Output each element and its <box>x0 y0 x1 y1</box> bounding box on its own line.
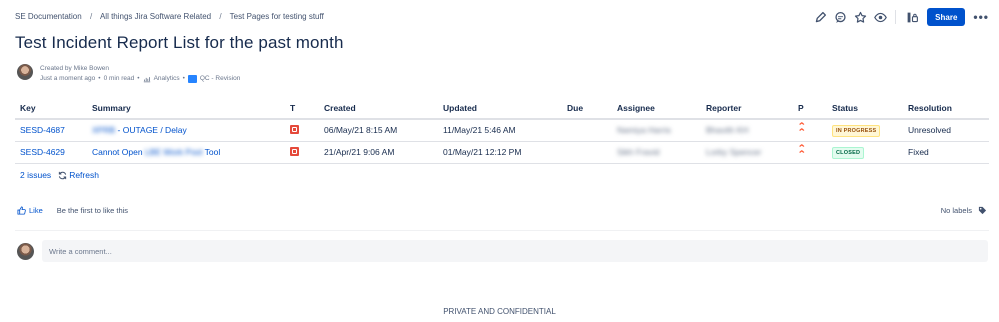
like-button[interactable]: Like <box>17 206 43 215</box>
issue-key-link[interactable]: SESD-4687 <box>20 125 65 135</box>
byline: Created by Mike Bowen Just a moment ago … <box>17 64 240 84</box>
table-row: SESD-4687 XPRB - OUTAGE / Delay 06/May/2… <box>15 119 989 142</box>
no-labels-text: No labels <box>940 206 972 215</box>
analytics-icon <box>143 76 150 82</box>
tag-icon[interactable] <box>978 206 987 215</box>
breadcrumb-item-se-documentation[interactable]: SE Documentation <box>15 12 82 21</box>
resolution: Unresolved <box>903 119 989 142</box>
timestamp: Just a moment ago <box>40 75 96 82</box>
assignee: Sikh Fravid <box>617 147 660 157</box>
updated-date: 01/May/21 12:12 PM <box>438 141 562 164</box>
like-row: Like Be the first to like this <box>17 206 128 215</box>
comment-icon[interactable] <box>831 8 849 26</box>
column-header-created[interactable]: Created <box>319 98 438 120</box>
author-avatar[interactable] <box>17 64 33 80</box>
priority-highest-icon: ⌃ ⌃ <box>797 143 807 159</box>
column-header-reporter[interactable]: Reporter <box>701 98 793 120</box>
column-header-assignee[interactable]: Assignee <box>612 98 701 120</box>
breadcrumb-item-jira-software[interactable]: All things Jira Software Related <box>100 12 211 21</box>
refresh-button[interactable]: Refresh <box>58 170 99 180</box>
issue-key-link[interactable]: SESD-4629 <box>20 147 65 157</box>
qc-icon <box>187 75 197 83</box>
qc-revision-link[interactable]: QC - Revision <box>200 74 240 84</box>
like-hint: Be the first to like this <box>56 206 129 215</box>
due-date <box>562 141 612 164</box>
toolbar-divider <box>895 10 897 24</box>
reporter: Bhavith KH <box>706 125 749 136</box>
created-by: Created by Mike Bowen <box>40 65 110 72</box>
issue-summary-link[interactable]: XPRB - OUTAGE / Delay <box>92 125 187 135</box>
refresh-icon <box>59 171 67 179</box>
created-date: 21/Apr/21 9:06 AM <box>319 141 438 164</box>
comment-row: Write a comment... <box>17 240 988 262</box>
comment-input[interactable]: Write a comment... <box>42 240 988 262</box>
issues-footer: 2 issues Refresh <box>20 170 99 180</box>
due-date <box>562 119 612 142</box>
restrictions-icon[interactable] <box>903 8 921 26</box>
assignee: Namiya Harris <box>617 125 671 136</box>
table-header-row: Key Summary T Created Updated Due Assign… <box>15 98 989 120</box>
breadcrumb-separator: / <box>219 12 222 21</box>
page-title: Test Incident Report List for the past m… <box>15 33 344 52</box>
table-row: SESD-4629 Cannot Open LBE Work Pool Tool… <box>15 141 989 164</box>
share-button[interactable]: Share <box>927 8 966 26</box>
confidential-footer: PRIVATE AND CONFIDENTIAL <box>443 307 556 316</box>
page-actions: Share ••• <box>809 8 989 26</box>
priority-highest-icon: ⌃ ⌃ <box>797 121 807 138</box>
star-icon[interactable] <box>851 8 869 26</box>
column-header-status[interactable]: Status <box>827 98 903 120</box>
incident-type-icon <box>290 146 299 156</box>
status-badge: CLOSED <box>832 146 865 159</box>
created-date: 06/May/21 8:15 AM <box>319 119 438 142</box>
status-badge: IN PROGRESS <box>832 124 881 137</box>
current-user-avatar <box>17 242 34 260</box>
issue-count-link[interactable]: 2 issues <box>20 170 51 180</box>
edit-icon[interactable] <box>811 8 829 26</box>
analytics-link[interactable]: Analytics <box>154 74 180 84</box>
column-header-type[interactable]: T <box>285 98 319 120</box>
breadcrumb: SE Documentation / All things Jira Softw… <box>15 12 324 21</box>
column-header-due[interactable]: Due <box>562 98 612 120</box>
watch-icon[interactable] <box>871 8 889 26</box>
column-header-resolution[interactable]: Resolution <box>903 98 989 120</box>
thumbs-up-icon <box>17 206 26 215</box>
redacted-text: LBE Work Pool <box>144 147 203 157</box>
updated-date: 11/May/21 5:46 AM <box>438 119 562 142</box>
more-actions-button[interactable]: ••• <box>973 10 989 24</box>
issue-summary-link[interactable]: Cannot Open LBE Work Pool Tool <box>92 147 220 157</box>
read-time: 0 min read <box>103 75 135 82</box>
resolution: Fixed <box>903 141 989 164</box>
column-header-updated[interactable]: Updated <box>438 98 562 120</box>
labels-section: No labels <box>941 206 987 215</box>
column-header-summary[interactable]: Summary <box>87 98 285 120</box>
reporter: Lorby Spencer <box>706 147 762 157</box>
jira-issues-table: Key Summary T Created Updated Due Assign… <box>15 98 989 164</box>
column-header-priority[interactable]: P <box>793 98 827 120</box>
redacted-text: XPRB <box>92 125 116 136</box>
breadcrumb-separator: / <box>89 12 93 21</box>
column-header-key[interactable]: Key <box>15 98 87 120</box>
section-divider <box>15 230 989 231</box>
incident-type-icon <box>290 124 299 134</box>
breadcrumb-item-test-pages[interactable]: Test Pages for testing stuff <box>230 12 324 21</box>
